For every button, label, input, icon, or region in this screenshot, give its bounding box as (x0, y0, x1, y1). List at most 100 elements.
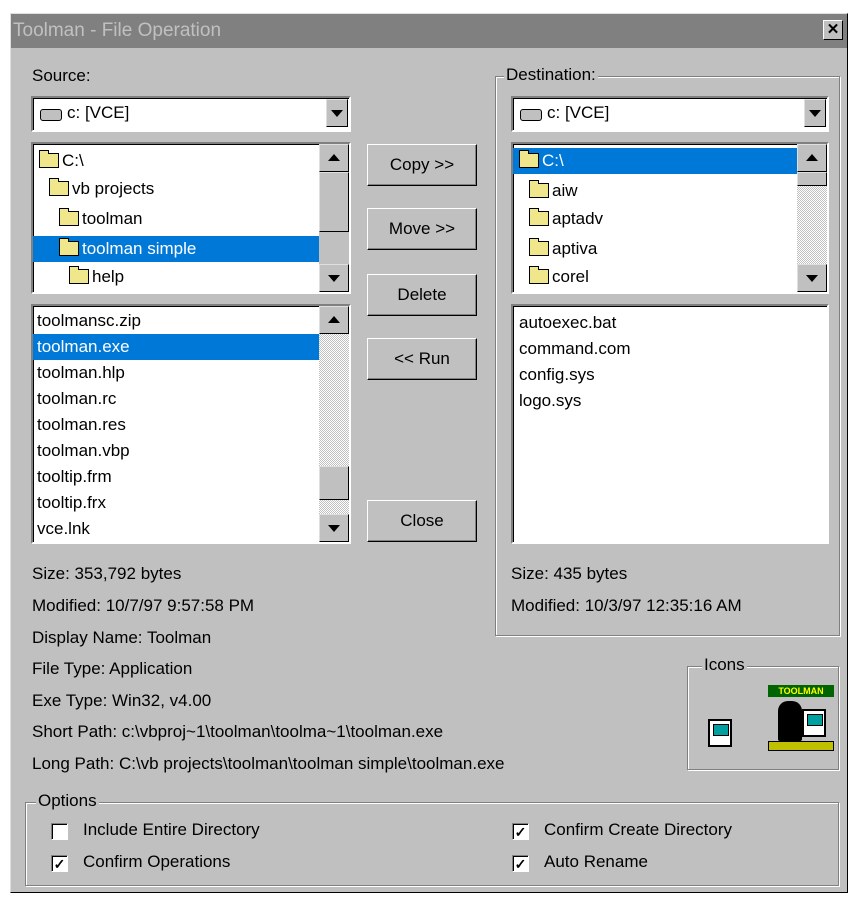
scroll-thumb[interactable] (319, 172, 349, 232)
source-file-item[interactable]: toolman.vbp (37, 438, 130, 464)
chevron-down-icon (328, 275, 340, 282)
folder-icon (529, 266, 549, 284)
source-file-item[interactable]: tooltip.frx (37, 490, 106, 516)
destination-folder-item[interactable]: aiw (529, 178, 578, 204)
folder-icon (529, 180, 549, 198)
computer-icon (802, 709, 826, 737)
auto-rename-checkbox[interactable]: ✓ (512, 855, 529, 872)
destination-file-item[interactable]: command.com (519, 336, 630, 362)
scroll-down-button[interactable] (319, 514, 349, 542)
chevron-down-icon (331, 110, 343, 117)
scroll-up-button[interactable] (319, 144, 349, 172)
run-button[interactable]: << Run (367, 338, 477, 380)
folder-open-icon (519, 150, 539, 168)
scroll-up-button[interactable] (797, 144, 827, 172)
destination-file-item[interactable]: config.sys (519, 362, 595, 388)
chevron-down-icon (809, 110, 821, 117)
source-file-item[interactable]: toolman.rc (37, 386, 116, 412)
source-file-scrollbar[interactable] (319, 306, 349, 542)
file-operation-window: Toolman - File Operation ✕ Source: c: [V… (10, 13, 848, 893)
short-path: Short Path: c:\vbproj~1\toolman\toolma~1… (32, 722, 444, 741)
source-folder-scrollbar[interactable] (319, 144, 349, 292)
destination-size: Size: 435 bytes (511, 564, 628, 583)
destination-folder-item[interactable]: aptadv (529, 206, 603, 232)
destination-drive-dropdown-button[interactable] (804, 99, 826, 127)
options-group: Options (25, 791, 839, 886)
source-folder-item[interactable]: vb projects (49, 176, 154, 202)
destination-drive-combo[interactable]: c: [VCE] (511, 96, 829, 132)
auto-rename-label[interactable]: Auto Rename (544, 852, 648, 872)
small-app-icon[interactable] (708, 719, 732, 747)
source-file-list[interactable]: toolmansc.zip toolman.exe toolman.hlp to… (31, 304, 351, 544)
source-folder-list[interactable]: C:\ vb projects toolman toolman simple h… (31, 142, 351, 294)
destination-folder-list[interactable]: C:\ aiw aptadv aptiva corel (511, 142, 829, 294)
source-file-item-selected[interactable]: toolman.exe (33, 334, 319, 360)
title-bar[interactable]: Toolman - File Operation ✕ (11, 14, 847, 48)
confirm-create-directory-label[interactable]: Confirm Create Directory (544, 820, 732, 840)
destination-folder-scrollbar[interactable] (797, 144, 827, 292)
window-title: Toolman - File Operation (13, 20, 222, 41)
chevron-up-icon (328, 316, 340, 323)
source-file-item[interactable]: vce.lnk (37, 516, 90, 542)
folder-icon (69, 266, 89, 284)
destination-folder-item[interactable]: corel (529, 264, 589, 290)
source-label: Source: (32, 66, 91, 85)
confirm-create-directory-checkbox[interactable]: ✓ (512, 823, 529, 840)
copy-button[interactable]: Copy >> (367, 144, 477, 186)
close-button[interactable]: Close (367, 500, 477, 542)
destination-folder-item-selected[interactable]: C:\ (513, 148, 797, 174)
icons-group: Icons TOOLMAN (687, 655, 839, 770)
source-folder-item-selected[interactable]: toolman simple (33, 236, 319, 262)
destination-folder-item[interactable]: aptiva (529, 236, 597, 262)
destination-file-item[interactable]: autoexec.bat (519, 310, 616, 336)
icons-label: Icons (702, 655, 747, 675)
source-folder-item[interactable]: toolman (59, 206, 142, 232)
source-file-item[interactable]: toolmansc.zip (37, 308, 141, 334)
confirm-operations-checkbox[interactable]: ✓ (51, 855, 68, 872)
display-name: Display Name: Toolman (32, 628, 212, 647)
chevron-down-icon (806, 275, 818, 282)
exe-type: Exe Type: Win32, v4.00 (32, 691, 212, 710)
drive-icon (40, 109, 62, 121)
destination-label: Destination: (504, 65, 598, 85)
toolman-figure-icon (778, 701, 802, 741)
folder-open-icon (59, 238, 79, 256)
scroll-down-button[interactable] (319, 264, 349, 292)
folder-open-icon (59, 208, 79, 226)
file-type: File Type: Application (32, 659, 193, 678)
chevron-up-icon (806, 154, 818, 161)
source-drive-dropdown-button[interactable] (326, 99, 348, 127)
scroll-down-button[interactable] (797, 264, 827, 292)
source-file-item[interactable]: toolman.res (37, 412, 126, 438)
scroll-thumb[interactable] (319, 466, 349, 500)
chevron-down-icon (328, 525, 340, 532)
close-window-icon[interactable]: ✕ (823, 20, 843, 40)
delete-button[interactable]: Delete (367, 274, 477, 316)
source-drive-value: c: [VCE] (67, 103, 130, 122)
chevron-up-icon (328, 154, 340, 161)
options-label: Options (36, 791, 99, 811)
source-folder-item[interactable]: help (69, 264, 124, 290)
move-button[interactable]: Move >> (367, 208, 477, 250)
folder-icon (529, 208, 549, 226)
destination-modified: Modified: 10/3/97 12:35:16 AM (511, 596, 742, 615)
source-folder-item[interactable]: C:\ (39, 148, 84, 174)
drive-icon (520, 109, 542, 121)
source-modified: Modified: 10/7/97 9:57:58 PM (32, 596, 255, 615)
folder-open-icon (49, 178, 69, 196)
confirm-operations-label[interactable]: Confirm Operations (83, 852, 230, 872)
include-entire-directory-label[interactable]: Include Entire Directory (83, 820, 260, 840)
include-entire-directory-checkbox[interactable] (51, 823, 68, 840)
destination-drive-value: c: [VCE] (547, 103, 610, 122)
scroll-thumb[interactable] (797, 172, 827, 186)
source-drive-combo[interactable]: c: [VCE] (31, 96, 351, 132)
destination-file-list[interactable]: autoexec.bat command.com config.sys logo… (511, 304, 829, 544)
folder-open-icon (39, 150, 59, 168)
source-file-item[interactable]: tooltip.frm (37, 464, 112, 490)
destination-file-item[interactable]: logo.sys (519, 388, 581, 414)
source-size: Size: 353,792 bytes (32, 564, 182, 583)
toolbox-icon (768, 741, 834, 751)
source-file-item[interactable]: toolman.hlp (37, 360, 125, 386)
large-app-icon[interactable]: TOOLMAN (768, 685, 834, 757)
scroll-up-button[interactable] (319, 306, 349, 334)
